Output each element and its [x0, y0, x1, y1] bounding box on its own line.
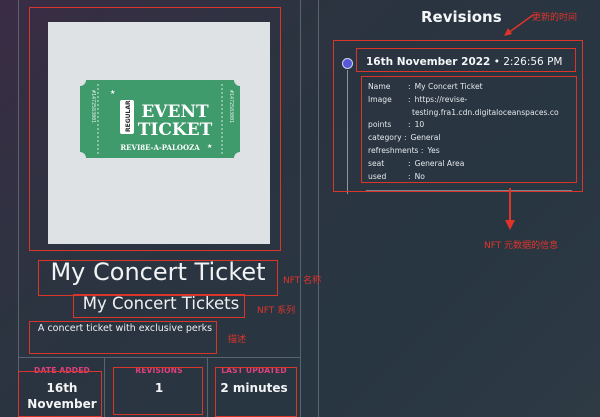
- panel-divider: [300, 0, 301, 417]
- annotation-nft-series: NFT 系列: [257, 306, 296, 316]
- left-border: [18, 0, 19, 417]
- stat-divider-1: [104, 357, 105, 417]
- annotation-box-collection: [73, 294, 245, 318]
- stat-divider-2: [207, 357, 208, 417]
- annotation-description: 描述: [228, 335, 247, 345]
- panel-divider-2: [318, 0, 319, 417]
- annotation-box-revision: [333, 40, 583, 192]
- annotation-nft-name: NFT 名称: [283, 276, 322, 286]
- annotation-box-name: [38, 260, 278, 296]
- annotation-box-stat-2: [113, 367, 203, 415]
- annotation-metadata-info: NFT 元数据的信息: [484, 241, 559, 251]
- annotation-update-time: 更新的时间: [532, 13, 578, 23]
- annotation-box-description: [29, 321, 217, 354]
- arrow-icon: [505, 188, 515, 230]
- arrow-icon: [504, 14, 534, 36]
- annotation-box-stat-1: [18, 371, 102, 417]
- revisions-title: Revisions: [421, 8, 502, 26]
- annotation-box-image: [29, 7, 281, 251]
- annotation-box-stat-3: [215, 367, 297, 417]
- stats-divider: [18, 357, 300, 358]
